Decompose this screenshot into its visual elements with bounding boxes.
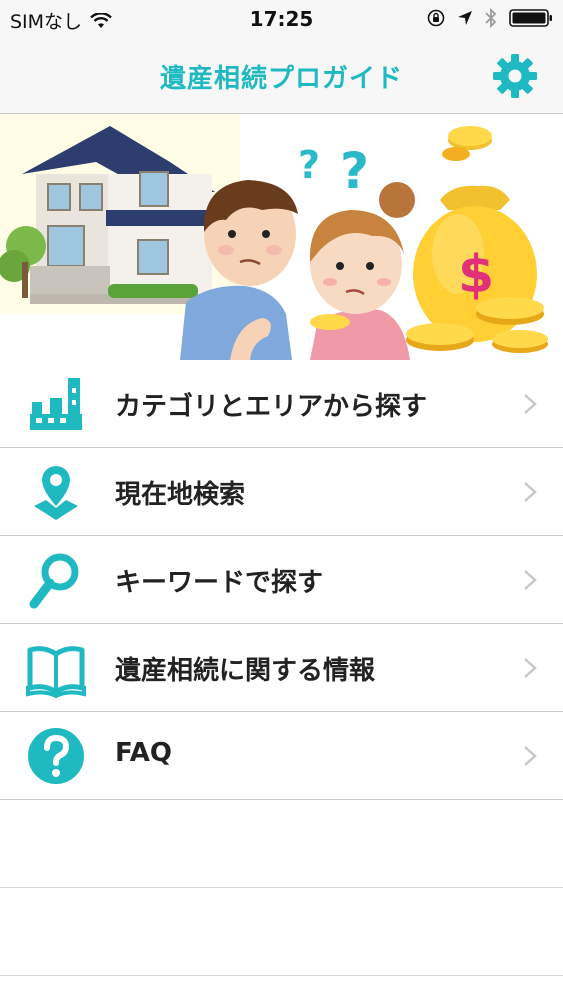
menu-item-faq[interactable]: FAQ [0, 712, 563, 800]
menu-label: 現在地検索 [115, 480, 246, 510]
menu-label: カテゴリとエリアから探す [115, 392, 428, 422]
menu-label: FAQ [115, 738, 173, 768]
open-book-icon [26, 646, 86, 698]
empty-row [0, 800, 563, 888]
svg-text:?: ? [340, 142, 369, 200]
question-circle-icon [28, 728, 84, 784]
svg-text:?: ? [298, 143, 320, 187]
chevron-right-icon [524, 394, 537, 414]
menu-item-current-location[interactable]: 現在地検索 [0, 448, 563, 536]
orientation-lock-icon [427, 9, 445, 27]
chevron-right-icon [524, 482, 537, 502]
hero-banner: ? ? $ [0, 114, 563, 360]
app-title: 遺産相続プロガイド [159, 64, 403, 94]
magnifier-icon [29, 553, 79, 609]
chevron-right-icon [524, 570, 537, 590]
navigation-bar: 遺産相続プロガイド [0, 38, 563, 114]
status-right [427, 8, 553, 28]
gear-icon [493, 54, 537, 98]
menu-item-keyword-search[interactable]: キーワードで探す [0, 536, 563, 624]
city-buildings-icon [30, 378, 82, 430]
svg-text:$: $ [458, 245, 494, 305]
menu-label: 遺産相続に関する情報 [115, 656, 376, 686]
settings-button[interactable] [491, 52, 539, 100]
menu-item-category-area[interactable]: カテゴリとエリアから探す [0, 360, 563, 448]
bluetooth-icon [485, 8, 497, 28]
location-arrow-icon [458, 11, 472, 25]
menu-list: カテゴリとエリアから探す 現在地検索 キーワードで探す 遺産相続に関する情報 F… [0, 360, 563, 976]
status-bar: SIMなし 17:25 [0, 0, 563, 38]
menu-label: キーワードで探す [115, 568, 324, 598]
empty-row [0, 888, 563, 976]
location-pin-icon [34, 466, 78, 520]
chevron-right-icon [524, 658, 537, 678]
inheritance-illustration: ? ? $ [0, 114, 563, 360]
chevron-right-icon [524, 746, 537, 766]
battery-icon [509, 9, 552, 27]
menu-item-inheritance-info[interactable]: 遺産相続に関する情報 [0, 624, 563, 712]
